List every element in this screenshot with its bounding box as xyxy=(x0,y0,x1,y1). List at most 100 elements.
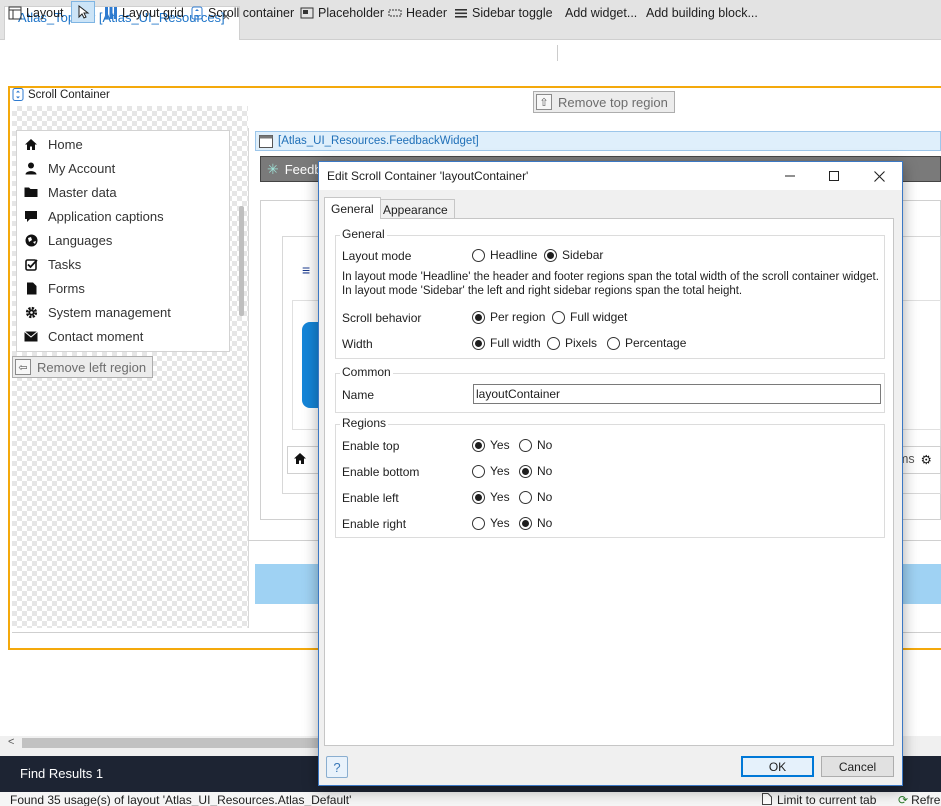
placeholder-label: Placeholder xyxy=(318,6,385,20)
folder-icon xyxy=(24,185,38,199)
breadcrumb-gear-icon[interactable]: ⚙ xyxy=(921,452,932,467)
add-widget-label: Add widget... xyxy=(565,6,638,20)
layout-grid-label: Layout grid xyxy=(122,6,184,20)
enable-left-yes-radio[interactable]: Yes xyxy=(472,490,510,504)
globe-icon xyxy=(24,233,38,247)
layout-mode-label: Layout mode xyxy=(342,249,412,263)
limit-to-current-tab-button[interactable]: Limit to current tab xyxy=(762,793,876,806)
width-full-width-radio[interactable]: Full width xyxy=(472,336,541,350)
pointer-icon xyxy=(78,5,90,19)
scroll-container-button[interactable]: Scroll container xyxy=(190,3,294,23)
arrow-left-icon: ⇦ xyxy=(15,359,31,375)
general-tab-page: General Layout mode Headline Sidebar In … xyxy=(324,218,894,746)
scroll-left-arrow-icon[interactable]: < xyxy=(8,736,14,748)
menu-item-forms[interactable]: Forms xyxy=(24,278,85,298)
check-square-icon xyxy=(24,257,38,271)
hamburger-icon xyxy=(455,9,467,18)
add-widget-button[interactable]: Add widget... xyxy=(565,3,637,23)
enable-bottom-yes-radio[interactable]: Yes xyxy=(472,464,510,478)
minimize-icon[interactable] xyxy=(775,166,805,186)
snippet-icon xyxy=(259,134,273,148)
remove-left-region-button[interactable]: ⇦ Remove left region xyxy=(12,356,154,378)
feedback-star-icon: ✳ xyxy=(267,160,279,177)
scroll-container-label: Scroll container xyxy=(208,6,295,20)
enable-right-no-radio[interactable]: No xyxy=(519,516,552,530)
enable-top-no-radio[interactable]: No xyxy=(519,438,552,452)
header-label: Header xyxy=(406,6,447,20)
regions-group xyxy=(335,424,885,538)
add-building-block-button[interactable]: Add building block... xyxy=(646,3,758,23)
menu-item-my-account[interactable]: My Account xyxy=(24,158,115,178)
header-button[interactable]: Header xyxy=(388,3,447,23)
scroll-behavior-full-widget-radio[interactable]: Full widget xyxy=(552,310,627,324)
layout-button[interactable]: Layout xyxy=(8,3,64,23)
left-region-scrollbar[interactable] xyxy=(239,206,244,316)
scroll-container-caption: Scroll Container xyxy=(12,88,110,101)
ok-button[interactable]: OK xyxy=(741,756,814,777)
regions-group-title: Regions xyxy=(340,416,389,430)
name-input[interactable] xyxy=(473,384,881,404)
toolbar-divider xyxy=(557,45,558,61)
menu-item-application-captions[interactable]: Application captions xyxy=(24,206,164,226)
menu-item-contact-moment[interactable]: Contact moment xyxy=(24,326,143,346)
breadcrumb-home-icon[interactable] xyxy=(293,452,307,468)
refresh-button[interactable]: ⟳ Refre xyxy=(898,793,940,806)
close-icon[interactable] xyxy=(864,166,894,186)
comment-icon xyxy=(24,209,38,223)
name-label: Name xyxy=(342,388,375,402)
home-icon xyxy=(24,137,38,151)
feedback-widget-caption-label: [Atlas_UI_Resources.FeedbackWidget] xyxy=(278,135,479,147)
enable-right-yes-radio[interactable]: Yes xyxy=(472,516,510,530)
layout-grid-button[interactable]: Layout grid xyxy=(104,3,184,23)
find-results-status: Found 35 usage(s) of layout 'Atlas_UI_Re… xyxy=(10,793,352,806)
add-building-block-label: Add building block... xyxy=(646,6,758,20)
tab-appearance[interactable]: Appearance xyxy=(376,199,455,219)
select-pointer-button[interactable] xyxy=(71,1,95,23)
scroll-container-icon xyxy=(191,6,203,20)
sidebar-toggle-label: Sidebar toggle xyxy=(472,6,553,20)
layout-mode-sidebar-radio[interactable]: Sidebar xyxy=(544,248,603,262)
hamburger-menu-icon[interactable]: ≡ xyxy=(302,262,310,278)
refresh-label: Refre xyxy=(911,793,941,806)
menu-item-system-management[interactable]: System management xyxy=(24,302,171,322)
enable-bottom-no-radio[interactable]: No xyxy=(519,464,552,478)
dialog-title: Edit Scroll Container 'layoutContainer' xyxy=(327,169,529,183)
menu-item-home[interactable]: Home xyxy=(24,134,83,154)
feedback-widget-caption[interactable]: [Atlas_UI_Resources.FeedbackWidget] xyxy=(255,131,941,151)
page-editor-toolbar xyxy=(0,40,941,66)
remove-top-region-button[interactable]: ⇧ Remove top region xyxy=(533,91,675,113)
menu-item-languages[interactable]: Languages xyxy=(24,230,112,250)
enable-right-label: Enable right xyxy=(342,517,407,531)
placeholder-button[interactable]: Placeholder xyxy=(300,3,384,23)
layout-mode-help-line-2: In layout mode 'Sidebar' the left and ri… xyxy=(342,285,743,297)
cancel-button[interactable]: Cancel xyxy=(821,756,894,777)
document-icon xyxy=(762,793,772,805)
edit-scroll-container-dialog: Edit Scroll Container 'layoutContainer' … xyxy=(318,161,903,786)
width-percentage-radio[interactable]: Percentage xyxy=(607,336,686,350)
enable-left-label: Enable left xyxy=(342,491,399,505)
enable-left-no-radio[interactable]: No xyxy=(519,490,552,504)
layout-grid-icon xyxy=(105,7,117,19)
layout-mode-headline-radio[interactable]: Headline xyxy=(472,248,537,262)
arrow-up-icon: ⇧ xyxy=(536,94,552,110)
maximize-icon[interactable] xyxy=(819,166,849,186)
breadcrumb-right: ms ⚙ xyxy=(898,452,932,467)
tab-general[interactable]: General xyxy=(324,197,381,219)
user-icon xyxy=(24,161,38,175)
refresh-icon: ⟳ xyxy=(898,793,909,806)
placeholder-icon xyxy=(300,7,314,19)
help-icon[interactable]: ? xyxy=(326,756,348,778)
scroll-behavior-per-region-radio[interactable]: Per region xyxy=(472,310,545,324)
find-results-title[interactable]: Find Results 1 xyxy=(20,766,103,781)
width-pixels-radio[interactable]: Pixels xyxy=(547,336,597,350)
width-label: Width xyxy=(342,337,373,351)
sidebar-toggle-button[interactable]: Sidebar toggle xyxy=(454,3,553,23)
remove-top-region-label: Remove top region xyxy=(558,94,668,110)
menu-item-master-data[interactable]: Master data xyxy=(24,182,117,202)
horizontal-scrollbar-thumb[interactable] xyxy=(22,738,318,748)
general-group-title: General xyxy=(340,227,387,241)
enable-top-yes-radio[interactable]: Yes xyxy=(472,438,510,452)
limit-to-current-tab-label: Limit to current tab xyxy=(777,793,877,806)
menu-item-tasks[interactable]: Tasks xyxy=(24,254,81,274)
feedback-widget-text: Feedb xyxy=(284,161,322,177)
